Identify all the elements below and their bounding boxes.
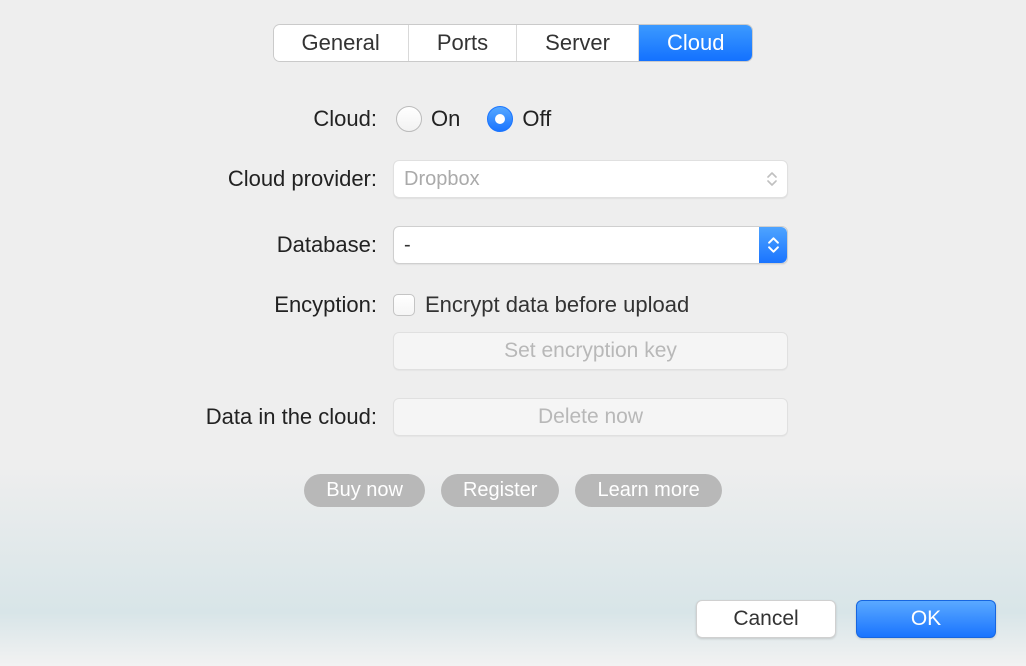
- row-database: Database: -: [163, 226, 863, 264]
- tab-label: Server: [545, 30, 610, 55]
- button-label: Learn more: [597, 479, 699, 501]
- button-label: Buy now: [326, 479, 403, 501]
- row-cloud-provider: Cloud provider: Dropbox: [163, 160, 863, 198]
- tab-server[interactable]: Server: [517, 25, 639, 61]
- checkbox-box-icon: [393, 294, 415, 316]
- learn-more-button[interactable]: Learn more: [575, 474, 721, 507]
- tabs-container: General Ports Server Cloud: [274, 25, 753, 61]
- radio-off-indicator: [487, 106, 513, 132]
- label-cloud: Cloud:: [163, 106, 393, 132]
- row-cloud-toggle: Cloud: On Off: [163, 106, 863, 132]
- register-button[interactable]: Register: [441, 474, 559, 507]
- tab-cloud[interactable]: Cloud: [639, 25, 752, 61]
- updown-icon: [759, 227, 787, 263]
- delete-now-button[interactable]: Delete now: [393, 398, 788, 436]
- cloud-radio-group: On Off: [393, 106, 863, 132]
- cloud-form: Cloud: On Off Cloud provider:: [163, 106, 863, 507]
- tab-label: Ports: [437, 30, 488, 55]
- tab-ports[interactable]: Ports: [409, 25, 517, 61]
- cloud-provider-value: Dropbox: [404, 168, 480, 191]
- button-label: Delete now: [538, 405, 643, 429]
- button-label: Set encryption key: [504, 339, 677, 363]
- tab-label: General: [302, 30, 380, 55]
- row-set-key: Set encryption key: [163, 332, 863, 370]
- database-value: -: [404, 234, 411, 257]
- cloud-provider-select[interactable]: Dropbox: [393, 160, 788, 198]
- button-label: OK: [911, 607, 941, 631]
- cancel-button[interactable]: Cancel: [696, 600, 836, 638]
- label-data-in-cloud: Data in the cloud:: [163, 404, 393, 430]
- radio-on[interactable]: On: [393, 106, 460, 132]
- tab-label: Cloud: [667, 30, 724, 55]
- radio-off-label: Off: [522, 106, 551, 132]
- database-select[interactable]: -: [393, 226, 788, 264]
- tab-general[interactable]: General: [274, 25, 409, 61]
- button-label: Cancel: [733, 607, 798, 631]
- label-encryption: Encyption:: [163, 292, 393, 318]
- label-cloud-provider: Cloud provider:: [163, 166, 393, 192]
- radio-off[interactable]: Off: [484, 106, 551, 132]
- dialog-actions: Cancel OK: [696, 600, 996, 638]
- updown-icon: [767, 172, 777, 186]
- label-database: Database:: [163, 232, 393, 258]
- row-data-in-cloud: Data in the cloud: Delete now: [163, 398, 863, 436]
- tab-bar: General Ports Server Cloud: [20, 25, 1006, 61]
- row-encryption: Encyption: Encrypt data before upload: [163, 292, 863, 318]
- button-label: Register: [463, 479, 537, 501]
- set-encryption-key-button[interactable]: Set encryption key: [393, 332, 788, 370]
- preferences-window: General Ports Server Cloud Cloud: On Off: [0, 0, 1026, 666]
- buy-now-button[interactable]: Buy now: [304, 474, 425, 507]
- promo-buttons: Buy now Register Learn more: [163, 474, 863, 507]
- radio-on-indicator: [396, 106, 422, 132]
- radio-on-label: On: [431, 106, 460, 132]
- ok-button[interactable]: OK: [856, 600, 996, 638]
- encrypt-checkbox-label: Encrypt data before upload: [425, 292, 689, 318]
- encrypt-checkbox[interactable]: Encrypt data before upload: [393, 292, 689, 318]
